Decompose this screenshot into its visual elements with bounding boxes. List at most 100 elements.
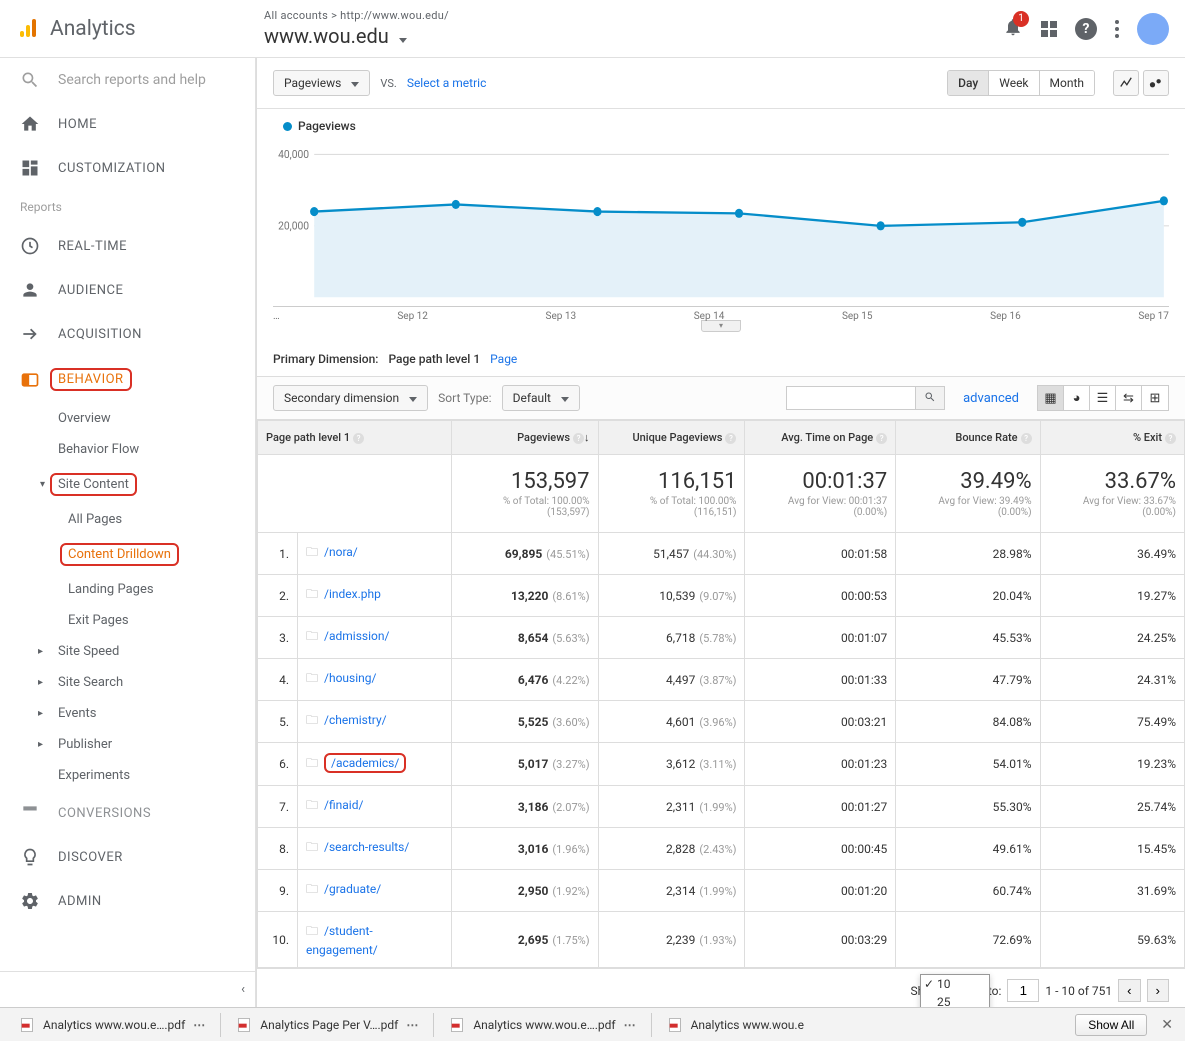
rows-option[interactable]: 10 — [921, 975, 989, 993]
app-name: Analytics — [50, 17, 136, 41]
more-menu-button[interactable] — [1115, 20, 1119, 38]
col-unique-pageviews[interactable]: Unique Pageviews? — [598, 421, 745, 455]
view-comparison-button[interactable]: ⇆ — [1116, 386, 1142, 410]
nav-behavior[interactable]: BEHAVIOR — [0, 356, 255, 403]
sort-type-selector[interactable]: Default — [502, 385, 580, 411]
next-page-button[interactable]: › — [1147, 979, 1169, 1002]
time-day-button[interactable]: Day — [948, 71, 989, 95]
data-table: Page path level 1? Pageviews?↓ Unique Pa… — [257, 420, 1185, 968]
nav-acquisition[interactable]: ACQUISITION — [0, 312, 255, 356]
breadcrumb[interactable]: All accounts > http://www.wou.edu/ www.w… — [264, 9, 1003, 48]
secondary-dimension-selector[interactable]: Secondary dimension — [273, 385, 428, 411]
line-chart: 40,00020,000 — [273, 143, 1169, 303]
pdf-icon — [236, 1017, 252, 1033]
property-selector[interactable]: www.wou.edu — [264, 24, 1003, 48]
nav-events[interactable]: Events — [0, 698, 255, 729]
download-item[interactable]: Analytics www.wou.e….pdf⋯ — [8, 1012, 216, 1038]
col-avg-time[interactable]: Avg. Time on Page? — [745, 421, 896, 455]
chart-type-line-button[interactable] — [1113, 70, 1139, 96]
nav-admin[interactable]: ADMIN — [0, 879, 255, 923]
time-week-button[interactable]: Week — [989, 71, 1039, 95]
apps-icon[interactable] — [1041, 21, 1057, 37]
time-month-button[interactable]: Month — [1040, 71, 1094, 95]
table-row: 10. 🗀/student-engagement/ 2,695(1.75%) 2… — [258, 912, 1185, 968]
nav-behavior-overview[interactable]: Overview — [0, 403, 255, 434]
col-bounce-rate[interactable]: Bounce Rate? — [896, 421, 1040, 455]
gear-icon — [20, 891, 40, 911]
metric-selector[interactable]: Pageviews — [273, 70, 370, 96]
path-cell[interactable]: 🗀/chemistry/ — [298, 701, 452, 743]
chart-legend: Pageviews — [283, 119, 1169, 133]
view-percentage-button[interactable]: ◕ — [1064, 386, 1090, 410]
nav-conversions[interactable]: CONVERSIONS — [0, 791, 255, 835]
nav-behavior-flow[interactable]: Behavior Flow — [0, 434, 255, 465]
path-cell[interactable]: 🗀/student-engagement/ — [298, 912, 452, 968]
nav-site-search[interactable]: Site Search — [0, 667, 255, 698]
help-button[interactable]: ? — [1075, 18, 1097, 40]
nav-all-pages[interactable]: All Pages — [0, 504, 255, 535]
col-exit[interactable]: % Exit? — [1040, 421, 1184, 455]
path-cell[interactable]: 🗀/finaid/ — [298, 786, 452, 828]
nav-publisher[interactable]: Publisher — [0, 729, 255, 760]
download-item[interactable]: Analytics Page Per V….pdf⋯ — [225, 1012, 429, 1038]
content-area: Pageviews VS. Select a metric Day Week M… — [256, 58, 1185, 1007]
table-filter-input[interactable] — [786, 386, 916, 410]
col-page-path[interactable]: Page path level 1? — [258, 421, 452, 455]
path-cell[interactable]: 🗀/admission/ — [298, 617, 452, 659]
nav-discover[interactable]: DISCOVER — [0, 835, 255, 879]
search-icon — [20, 70, 40, 90]
nav-experiments[interactable]: Experiments — [0, 760, 255, 791]
dimension-page-link[interactable]: Page — [490, 352, 517, 366]
folder-icon: 🗀 — [306, 840, 318, 854]
person-icon — [20, 280, 40, 300]
select-metric-link[interactable]: Select a metric — [407, 76, 487, 90]
lightbulb-icon — [20, 847, 40, 867]
download-item[interactable]: Analytics www.wou.e — [656, 1012, 815, 1038]
view-pivot-button[interactable]: ⊞ — [1142, 386, 1168, 410]
advanced-filter-link[interactable]: advanced — [963, 391, 1019, 406]
close-shelf-button[interactable]: ✕ — [1157, 1017, 1177, 1033]
rows-dropdown[interactable]: 102550100250500100025005000 — [920, 974, 990, 1007]
nav-realtime[interactable]: REAL-TIME — [0, 224, 255, 268]
nav-home[interactable]: HOME — [0, 102, 255, 146]
path-cell[interactable]: 🗀/index.php — [298, 575, 452, 617]
nav-customization[interactable]: CUSTOMIZATION — [0, 146, 255, 190]
folder-icon: 🗀 — [306, 756, 318, 770]
path-cell[interactable]: 🗀/nora/ — [298, 533, 452, 575]
path-cell[interactable]: 🗀/academics/ — [298, 743, 452, 786]
goto-page-input[interactable] — [1007, 979, 1039, 1002]
avatar[interactable] — [1137, 13, 1169, 45]
flag-icon — [20, 803, 40, 823]
path-cell[interactable]: 🗀/graduate/ — [298, 870, 452, 912]
search-input[interactable]: Search reports and help — [0, 58, 255, 102]
dimension-selected[interactable]: Page path level 1 — [388, 352, 480, 366]
nav-site-content[interactable]: Site Content — [0, 465, 255, 504]
collapse-sidebar-button[interactable]: ‹ — [0, 971, 255, 1007]
logo-area[interactable]: Analytics — [16, 17, 264, 41]
folder-icon: 🗀 — [306, 924, 318, 938]
nav-content-drilldown[interactable]: Content Drilldown — [0, 535, 255, 574]
nav-audience[interactable]: AUDIENCE — [0, 268, 255, 312]
chart-type-motion-button[interactable] — [1143, 70, 1169, 96]
download-menu-icon[interactable]: ⋯ — [193, 1018, 205, 1032]
prev-page-button[interactable]: ‹ — [1118, 979, 1140, 1002]
table-filter-search-button[interactable] — [916, 386, 945, 410]
download-item[interactable]: Analytics www.wou.e….pdf⋯ — [438, 1012, 646, 1038]
view-data-button[interactable]: ▦ — [1038, 386, 1064, 410]
download-menu-icon[interactable]: ⋯ — [624, 1018, 636, 1032]
col-pageviews[interactable]: Pageviews?↓ — [451, 421, 598, 455]
nav-exit-pages[interactable]: Exit Pages — [0, 605, 255, 636]
download-menu-icon[interactable]: ⋯ — [406, 1018, 418, 1032]
nav-landing-pages[interactable]: Landing Pages — [0, 574, 255, 605]
show-all-downloads-button[interactable]: Show All — [1075, 1014, 1147, 1036]
path-cell[interactable]: 🗀/housing/ — [298, 659, 452, 701]
notifications-button[interactable]: 1 — [1003, 17, 1023, 41]
header-actions: 1 ? — [1003, 13, 1169, 45]
path-cell[interactable]: 🗀/search-results/ — [298, 828, 452, 870]
nav-site-speed[interactable]: Site Speed — [0, 636, 255, 667]
rows-option[interactable]: 25 — [921, 993, 989, 1007]
folder-icon: 🗀 — [306, 882, 318, 896]
search-icon — [924, 391, 936, 403]
view-performance-button[interactable]: ☰ — [1090, 386, 1116, 410]
arrow-right-icon — [20, 324, 40, 344]
